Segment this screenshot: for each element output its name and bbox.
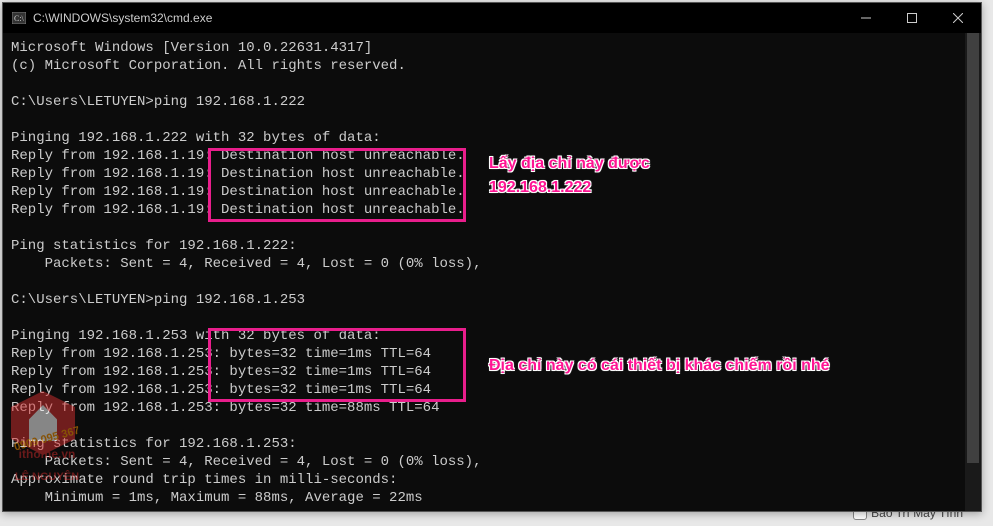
- maximize-button[interactable]: [889, 3, 935, 33]
- terminal-line: [11, 417, 973, 435]
- titlebar[interactable]: C:\ C:\WINDOWS\system32\cmd.exe: [3, 3, 981, 33]
- terminal-line: Reply from 192.168.1.253: bytes=32 time=…: [11, 381, 973, 399]
- terminal-line: Packets: Sent = 4, Received = 4, Lost = …: [11, 453, 973, 471]
- terminal-line: [11, 273, 973, 291]
- scrollbar[interactable]: [965, 33, 981, 511]
- terminal-line: Reply from 192.168.1.19: Destination hos…: [11, 183, 973, 201]
- cmd-window: C:\ C:\WINDOWS\system32\cmd.exe Microsof…: [2, 2, 982, 512]
- minimize-button[interactable]: [843, 3, 889, 33]
- terminal-line: Reply from 192.168.1.19: Destination hos…: [11, 165, 973, 183]
- terminal-line: Pinging 192.168.1.222 with 32 bytes of d…: [11, 129, 973, 147]
- terminal-line: C:\Users\LETUYEN>ping 192.168.1.222: [11, 93, 973, 111]
- svg-text:C:\: C:\: [14, 14, 25, 23]
- terminal-line: Reply from 192.168.1.19: Destination hos…: [11, 201, 973, 219]
- cmd-icon: C:\: [11, 10, 27, 26]
- terminal-line: (c) Microsoft Corporation. All rights re…: [11, 57, 973, 75]
- terminal-line: Microsoft Windows [Version 10.0.22631.43…: [11, 39, 973, 57]
- terminal-line: Reply from 192.168.1.253: bytes=32 time=…: [11, 399, 973, 417]
- terminal-line: C:\Users\LETUYEN>ping 192.168.1.253: [11, 291, 973, 309]
- terminal-line: Minimum = 1ms, Maximum = 88ms, Average =…: [11, 489, 973, 507]
- terminal-line: [11, 75, 973, 93]
- terminal-line: Packets: Sent = 4, Received = 4, Lost = …: [11, 255, 973, 273]
- close-button[interactable]: [935, 3, 981, 33]
- terminal-line: Ping statistics for 192.168.1.222:: [11, 237, 973, 255]
- terminal-output[interactable]: Microsoft Windows [Version 10.0.22631.43…: [3, 33, 981, 511]
- terminal-line: Reply from 192.168.1.253: bytes=32 time=…: [11, 345, 973, 363]
- terminal-line: Reply from 192.168.1.253: bytes=32 time=…: [11, 363, 973, 381]
- terminal-line: [11, 111, 973, 129]
- terminal-line: Pinging 192.168.1.253 with 32 bytes of d…: [11, 327, 973, 345]
- terminal-line: Ping statistics for 192.168.1.253:: [11, 435, 973, 453]
- terminal-line: [11, 309, 973, 327]
- window-title: C:\WINDOWS\system32\cmd.exe: [33, 11, 843, 25]
- terminal-line: [11, 507, 973, 511]
- scrollbar-thumb[interactable]: [967, 33, 979, 463]
- terminal-line: Approximate round trip times in milli-se…: [11, 471, 973, 489]
- terminal-line: Reply from 192.168.1.19: Destination hos…: [11, 147, 973, 165]
- terminal-line: [11, 219, 973, 237]
